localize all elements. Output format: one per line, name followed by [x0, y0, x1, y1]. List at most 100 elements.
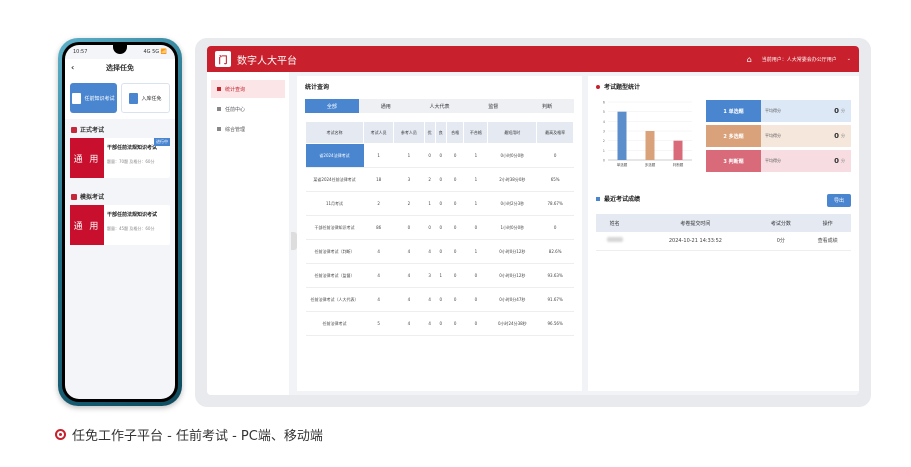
caption: 任免工作子平台 - 任前考试 - PC端、移动端 — [55, 425, 323, 444]
tab-judge[interactable]: 判断 — [520, 99, 574, 113]
phone-mockup: 10:57 4G 5G 📶 ‹ 选择任免 任前知识考试 入库任免 正式考试 通 … — [58, 38, 182, 406]
phone-tab-exam[interactable]: 任前知识考试 — [70, 83, 117, 113]
stats-table: 考试名称 考试人员 参考人员优良合格 不合格 最短用时 最高及格率 省2024法律考试 1 1… — [305, 121, 574, 336]
document-icon — [129, 92, 139, 104]
score-card-value: 0 — [834, 157, 839, 165]
score-stats-title: 考试题型统计 — [596, 82, 851, 91]
top-bar: 门 数字人大平台 ⌂ 当前用户：人大常委会办公厅用户 ⌄ — [207, 46, 859, 72]
table-cell: 4 — [424, 311, 436, 336]
tab-deputy[interactable]: 人大代表 — [413, 99, 467, 113]
chevron-down-icon[interactable]: ⌄ — [847, 56, 851, 62]
table-cell: 0小时0分47秒 — [487, 287, 537, 312]
table-cell: 0 — [446, 239, 464, 264]
table-row[interactable]: 任前法律考试 5 4 4 0 0 0 0小时24分38秒 96.56% — [305, 311, 574, 336]
score-card-sub: 平均得分 — [765, 108, 781, 113]
sidebar-item-manage[interactable]: 综合管理 — [211, 120, 285, 138]
chart-x-tick: 单选题 — [617, 162, 628, 167]
phone-tab-appoint[interactable]: 入库任免 — [121, 83, 170, 113]
table-cell: 1 — [363, 143, 394, 168]
table-cell: 0 — [446, 167, 464, 192]
table-cell: 0 — [424, 143, 436, 168]
phone-section-title: 正式考试 — [80, 127, 105, 134]
table-row[interactable]: 任前法律考试（监督） 4 4 3 1 0 0 0小时0分12秒 93.63% — [305, 263, 574, 288]
phone-exam-card[interactable]: 通 用 干部任前法规知识考试 题量：70题 及格分：60分 进行中 — [70, 138, 170, 178]
stats-tabs: 全部 通用 人大代表 监督 判断 — [305, 99, 574, 113]
table-cell: 0 — [446, 191, 464, 216]
table-cell: 0 — [536, 215, 574, 240]
user-info[interactable]: 当前用户：人大常委会办公厅用户 — [762, 56, 837, 63]
back-icon[interactable]: ‹ — [71, 63, 74, 72]
table-row: 2024-10-21 14:33:52 0分 查看成绩 — [596, 232, 851, 251]
table-cell: 0 — [435, 239, 447, 264]
table-cell: 0 — [463, 311, 488, 336]
score-card-value: 0 — [834, 132, 839, 140]
recent-title-text: 最近考试成绩 — [604, 196, 641, 203]
phone-bezel: 10:57 4G 5G 📶 ‹ 选择任免 任前知识考试 入库任免 正式考试 通 … — [62, 42, 178, 402]
score-card-label: 1 单选题 — [706, 100, 761, 122]
panel-title: 统计查询 — [305, 84, 330, 91]
score-card-value: 0 — [834, 107, 839, 115]
table-cell: 4 — [363, 263, 394, 288]
table-cell: 2 — [363, 191, 394, 216]
table-cell: 0小时2分3秒 — [487, 191, 537, 216]
caption-text: 任免工作子平台 - 任前考试 - PC端、移动端 — [72, 429, 323, 444]
view-score-link[interactable]: 查看成绩 — [804, 232, 851, 251]
table-row[interactable]: 任前法律考试（人大代表） 4 4 4 0 0 0 0小时0分47秒 91.67% — [305, 287, 574, 312]
score-cards: 1 单选题 平均得分 0 分 2 多选题 平均得分 0 分 3 判断题 平均得分 0 分 — [706, 100, 851, 175]
sidebar-item-label: 任前中心 — [225, 106, 246, 113]
phone-title: 选择任免 — [106, 64, 134, 72]
score-cell: 0分 — [757, 232, 805, 251]
score-card-sub: 平均得分 — [765, 133, 781, 138]
table-cell: 91.67% — [536, 287, 574, 312]
chart-y-tick: 1 — [603, 149, 605, 153]
table-row[interactable]: 某省2024任前法律考试 18 3 2 0 0 1 2小时38分0秒 65% — [305, 167, 574, 192]
sidebar-item-stats[interactable]: 统计查询 — [211, 80, 285, 98]
table-cell: 0 — [435, 167, 447, 192]
table-row[interactable]: 任前法律考试（判断） 4 4 4 0 0 1 0小时0分12秒 82.6% — [305, 239, 574, 264]
exam-name-cell: 干部任前法律知识考试 — [305, 215, 364, 240]
chart-y-tick: 2 — [603, 139, 605, 143]
recent-column-header: 考试分数 — [757, 214, 805, 232]
table-cell: 82.6% — [536, 239, 574, 264]
stats-column-header: 不合格 — [463, 121, 489, 144]
recent-table: 姓名 考卷提交时间 考试分数 操作 2024-10-21 14:33:52 0分 查看成绩 — [596, 214, 851, 251]
recent-column-header: 姓名 — [596, 214, 634, 232]
tab-supervise[interactable]: 监督 — [466, 99, 520, 113]
chart-x-tick: 多选题 — [645, 162, 656, 167]
phone-tabs: 任前知识考试 入库任免 — [65, 77, 175, 119]
table-row[interactable]: 11月考试 2 2 1 0 0 1 0小时2分3秒 78.67% — [305, 191, 574, 216]
exam-thumbnail: 通 用 — [70, 205, 104, 245]
table-cell: 0 — [446, 287, 464, 312]
table-row[interactable]: 干部任前法律知识考试 86 0 0 0 0 0 1小时0分0秒 0 — [305, 215, 574, 240]
table-cell: 4 — [393, 239, 425, 264]
recent-column-header: 操作 — [804, 214, 851, 232]
table-cell: 0 — [435, 191, 447, 216]
exam-status-badge: 进行中 — [154, 138, 170, 146]
table-cell: 4 — [363, 287, 394, 312]
phone-section-formal: 正式考试 — [65, 119, 175, 138]
table-cell: 0小时24分38秒 — [487, 311, 537, 336]
table-cell: 0 — [424, 215, 436, 240]
brand-title: 数字人大平台 — [237, 55, 297, 67]
table-cell: 4 — [393, 263, 425, 288]
chart-y-tick: 4 — [603, 120, 606, 124]
chart-bar — [645, 131, 655, 160]
table-cell: 2 — [393, 191, 425, 216]
tab-all[interactable]: 全部 — [305, 99, 359, 113]
phone-exam-card[interactable]: 通 用 干部任前法规知识考试 题量：45题 及格分：60分 — [70, 205, 170, 245]
table-cell: 0 — [446, 311, 464, 336]
home-icon[interactable]: ⌂ — [747, 55, 752, 64]
score-card: 3 判断题 平均得分 0 分 — [706, 150, 851, 172]
table-row[interactable]: 省2024法律考试 1 1 0 0 0 1 0小时0分0秒 0 — [305, 143, 574, 168]
stats-panel: 统计查询 全部 通用 人大代表 监督 判断 考试名称 考试人员 参考人员优良合格 不合… — [297, 76, 582, 391]
phone-header: ‹ 选择任免 — [65, 59, 175, 77]
export-button[interactable]: 导出 — [827, 194, 851, 207]
exam-name-cell: 11月考试 — [305, 191, 364, 216]
tablet-mockup: 门 数字人大平台 ⌂ 当前用户：人大常委会办公厅用户 ⌄ 统计查询 任前中心 综… — [195, 38, 871, 407]
tab-general[interactable]: 通用 — [359, 99, 413, 113]
table-cell: 2 — [424, 167, 436, 192]
document-icon — [72, 92, 82, 104]
sidebar-item-center[interactable]: 任前中心 — [211, 100, 285, 118]
phone-time: 10:57 — [73, 49, 88, 55]
phone-tab-label: 入库任免 — [141, 95, 162, 102]
